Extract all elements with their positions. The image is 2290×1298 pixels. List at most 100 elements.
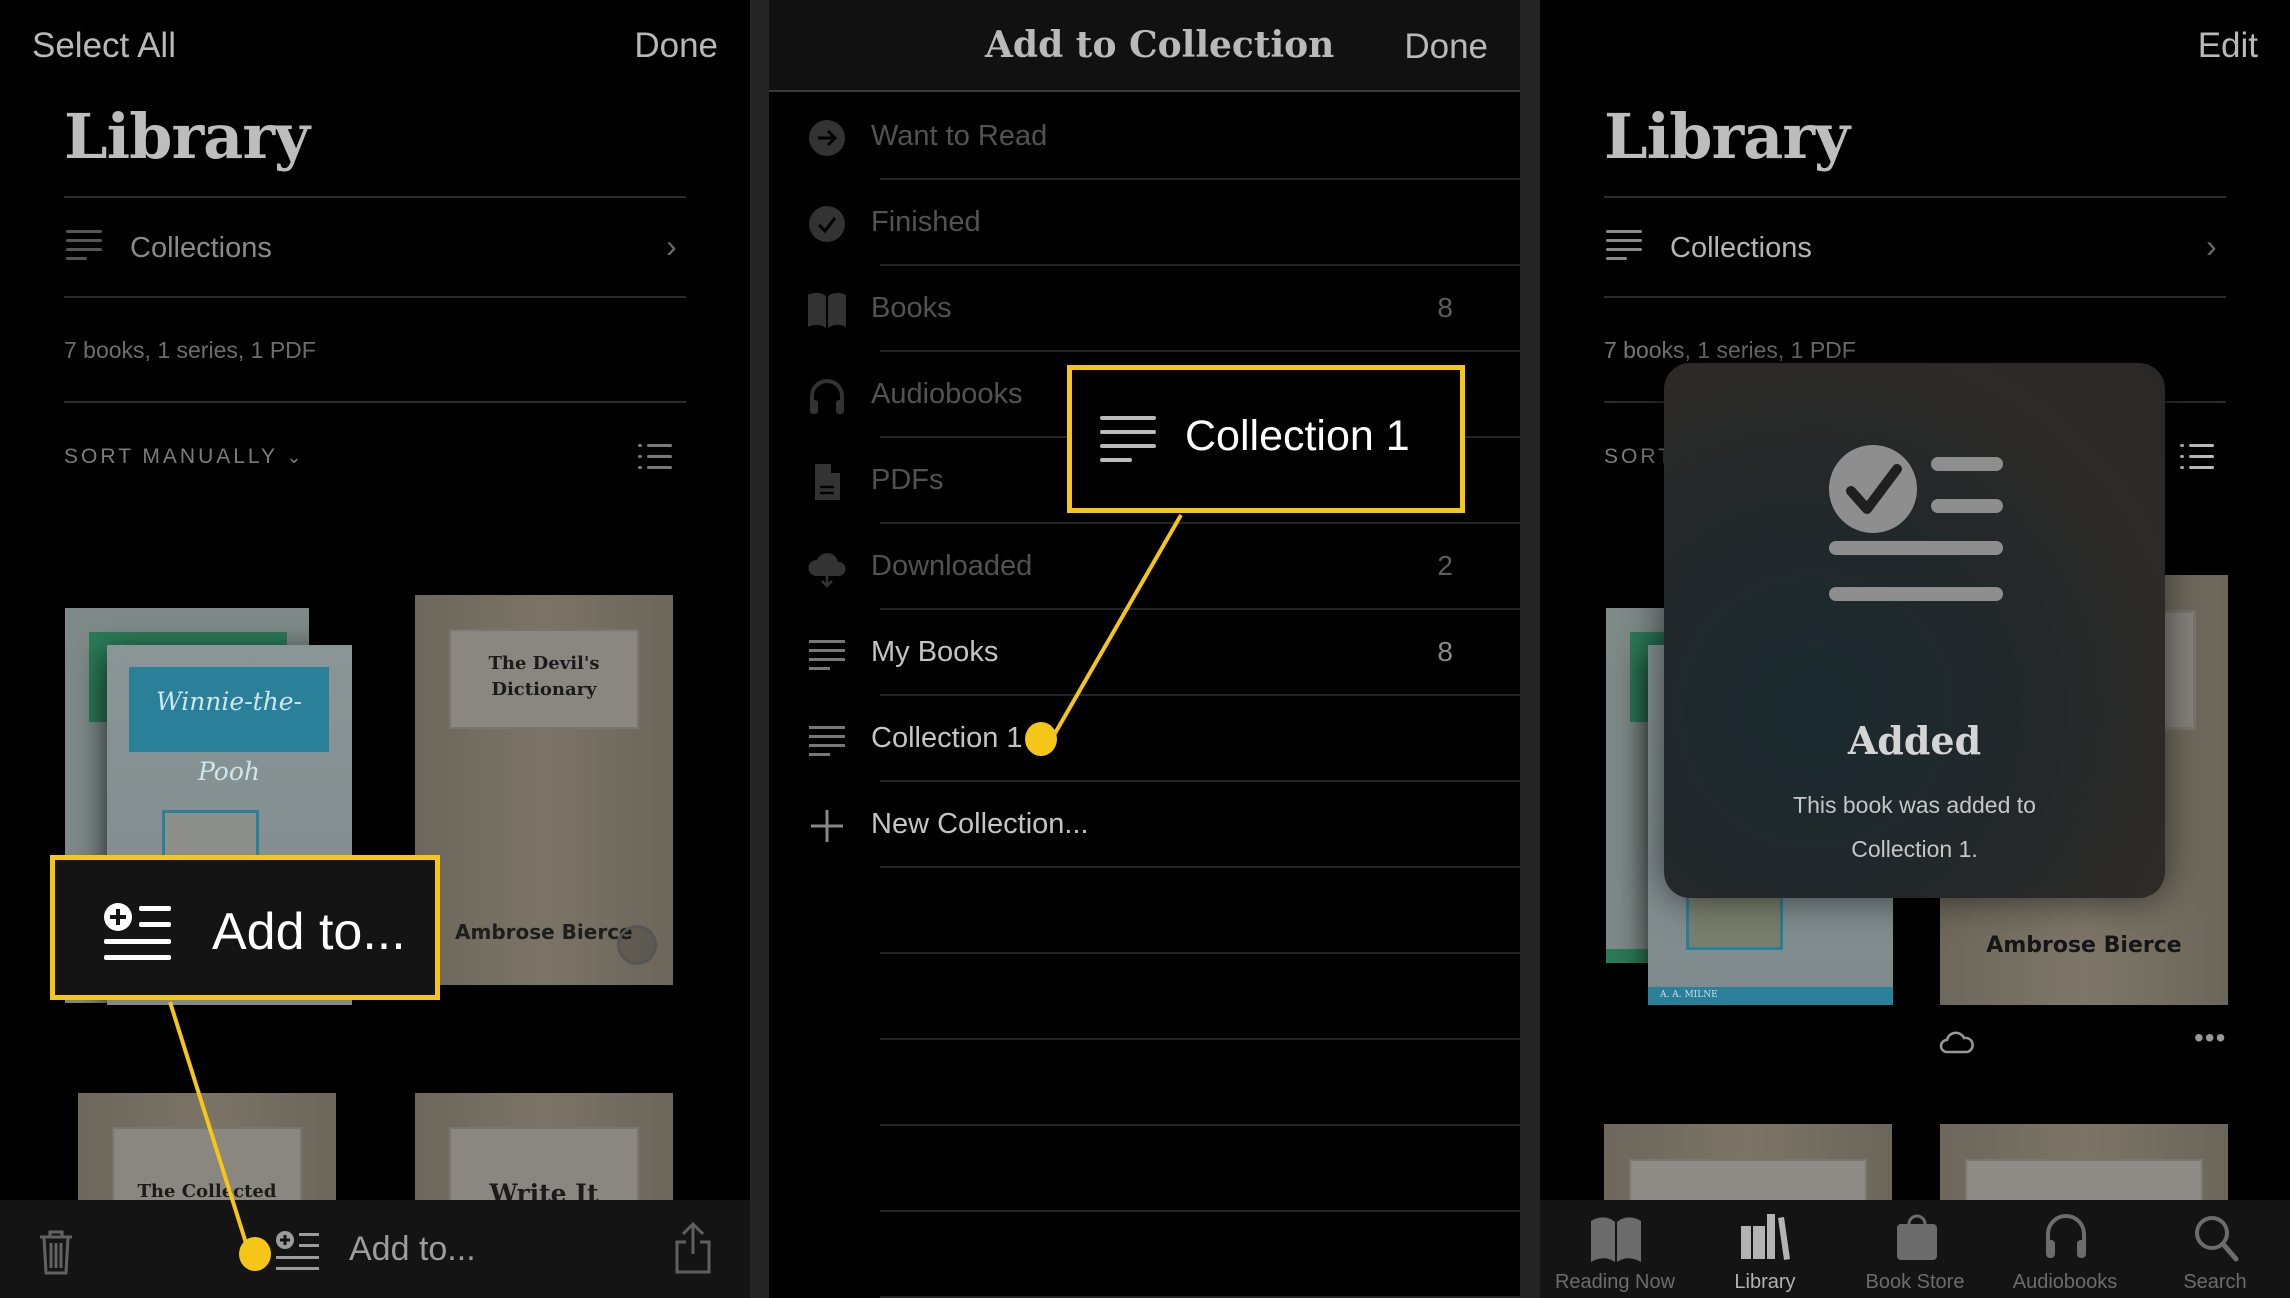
cloud-icon[interactable]	[1939, 1027, 1975, 1055]
share-icon[interactable]	[672, 1222, 714, 1274]
tab-reading-now[interactable]: Reading Now	[1540, 1200, 1690, 1298]
book-author: Ambrose Bierce	[1986, 933, 2182, 958]
chevron-down-icon: ⌄	[286, 447, 305, 467]
row-count: 8	[1437, 292, 1453, 323]
search-icon	[2195, 1216, 2239, 1262]
divider	[1604, 296, 2226, 298]
headphones-icon	[810, 379, 844, 414]
tab-bar: Reading Now Library Book Store Audiobook…	[1540, 1200, 2290, 1298]
check-circle-icon	[809, 206, 845, 242]
divider	[64, 296, 686, 298]
right-panel-library-added: Edit Library Collections › 7 books, 1 se…	[1540, 0, 2290, 1298]
library-icon	[1741, 1214, 1790, 1260]
list-icon	[1606, 230, 1642, 260]
empty-row	[769, 1126, 1520, 1212]
panel-divider	[1520, 0, 1540, 1298]
page-title: Library	[64, 100, 310, 173]
collection-row-want-to-read: Want to Read	[769, 94, 1520, 180]
divider	[1604, 196, 2226, 198]
collection-row-books: Books 8	[769, 266, 1520, 352]
collection-row-finished: Finished	[769, 180, 1520, 266]
callout-pointer-dot	[1025, 722, 1057, 756]
left-panel-library-select: Select All Done Library Collections › 7 …	[0, 0, 750, 1298]
select-all-button[interactable]: Select All	[32, 26, 176, 66]
modal-title: Add to Collection	[985, 24, 1335, 66]
edit-button[interactable]: Edit	[2198, 26, 2258, 66]
book-author: A. A. MILNE	[1648, 987, 1893, 1005]
row-label: Audiobooks	[871, 378, 1023, 410]
collection-row-downloaded: Downloaded 2	[769, 524, 1520, 610]
cloud-download-icon	[808, 553, 846, 588]
book-cover-devils-dictionary[interactable]: The Devil's Dictionary Ambrose Bierce	[415, 595, 673, 985]
headphones-icon	[2046, 1214, 2086, 1258]
add-to-collection-icon[interactable]	[275, 1230, 321, 1274]
popup-title: Added	[1847, 718, 1982, 763]
book-title: Winnie-the-Pooh	[129, 667, 329, 786]
row-label: Books	[871, 292, 952, 324]
selection-circle[interactable]	[617, 925, 657, 965]
list-icon	[1100, 416, 1156, 462]
row-count: 8	[1437, 636, 1453, 667]
empty-row	[769, 954, 1520, 1040]
add-to-callout: Add to...	[50, 855, 440, 1000]
chevron-right-icon: ›	[2206, 228, 2217, 264]
empty-row	[769, 868, 1520, 954]
collections-label: Collections	[130, 232, 272, 264]
list-icon	[809, 640, 845, 670]
book-title: The Devil's Dictionary	[449, 629, 639, 729]
shopping-bag-icon	[1897, 1214, 1937, 1260]
collection-row-collection-1[interactable]: Collection 1	[769, 696, 1520, 782]
row-label: Finished	[871, 206, 981, 238]
tab-book-store[interactable]: Book Store	[1840, 1200, 1990, 1298]
row-label: PDFs	[871, 464, 944, 496]
done-button[interactable]: Done	[1404, 27, 1488, 67]
modal-header: Add to Collection Done	[769, 0, 1520, 92]
tab-library[interactable]: Library	[1690, 1200, 1840, 1298]
popup-message: This book was added to Collection 1.	[1664, 783, 2165, 871]
book-author: Ambrose Bierce	[455, 920, 633, 944]
list-view-icon[interactable]	[638, 444, 672, 470]
trash-icon[interactable]	[36, 1228, 76, 1276]
popup-message-line: This book was added to	[1793, 792, 2036, 818]
row-label: Collection 1	[871, 722, 1023, 754]
more-options-icon[interactable]: •••	[2194, 1022, 2226, 1054]
checklist-icon	[1829, 445, 2003, 601]
collections-label: Collections	[1670, 232, 1812, 264]
selection-toolbar: Add to...	[0, 1200, 750, 1298]
chevron-right-icon: ›	[666, 228, 677, 264]
tab-label: Search	[2183, 1271, 2247, 1293]
arrow-circle-icon	[809, 120, 845, 156]
callout-pointer-dot	[239, 1237, 271, 1271]
divider	[64, 196, 686, 198]
sort-dropdown[interactable]: SORT MANUALLY ⌄	[64, 445, 305, 469]
list-view-icon[interactable]	[2180, 444, 2214, 470]
tab-label: Audiobooks	[2012, 1271, 2118, 1293]
row-label: Downloaded	[871, 550, 1033, 582]
divider	[64, 401, 686, 403]
new-collection-row[interactable]: New Collection...	[769, 782, 1520, 868]
add-to-button[interactable]: Add to...	[349, 1230, 476, 1269]
list-icon	[66, 230, 102, 260]
collection-row-my-books[interactable]: My Books 8	[769, 610, 1520, 696]
done-button[interactable]: Done	[634, 26, 718, 66]
open-book-icon	[808, 292, 846, 328]
plus-icon	[811, 810, 843, 842]
sort-label: SORT MANUALLY	[64, 445, 278, 468]
empty-row	[769, 1212, 1520, 1298]
callout-label: Collection 1	[1185, 412, 1410, 460]
collection-1-callout: Collection 1	[1067, 365, 1465, 513]
library-summary: 7 books, 1 series, 1 PDF	[64, 337, 316, 363]
middle-panel-add-to-collection: Add to Collection Done Want to Read Fini…	[769, 0, 1520, 1298]
tab-audiobooks[interactable]: Audiobooks	[1990, 1200, 2140, 1298]
row-label: New Collection...	[871, 808, 1089, 840]
row-label: Want to Read	[871, 120, 1048, 152]
tab-label: Reading Now	[1554, 1271, 1676, 1293]
add-to-collection-icon	[104, 903, 171, 960]
added-confirmation-popup: Added This book was added to Collection …	[1664, 363, 2165, 898]
document-icon	[815, 464, 840, 500]
callout-label: Add to...	[212, 903, 406, 961]
tab-search[interactable]: Search	[2140, 1200, 2290, 1298]
page-title: Library	[1604, 100, 1850, 173]
tab-label: Book Store	[1865, 1271, 1965, 1293]
panel-divider	[750, 0, 769, 1298]
